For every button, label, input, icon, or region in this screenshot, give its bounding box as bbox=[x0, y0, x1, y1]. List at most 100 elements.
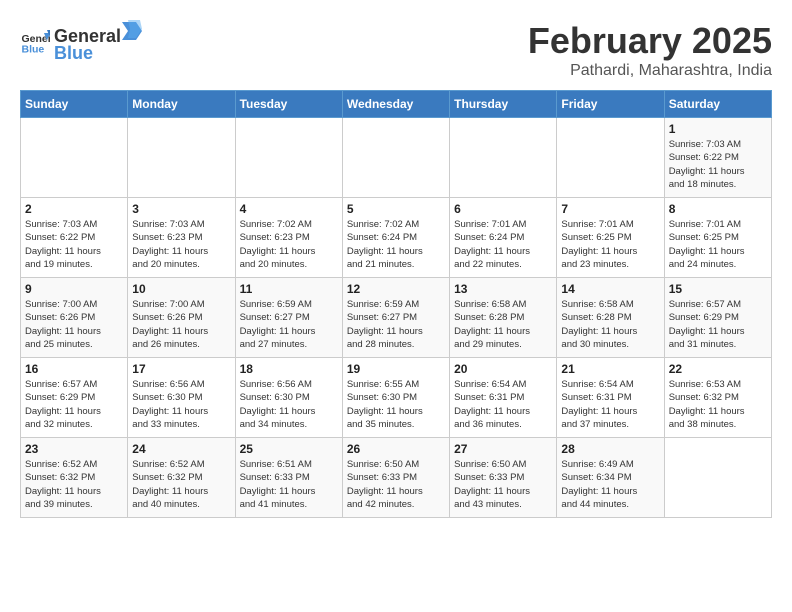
week-row-2: 2 Sunrise: 7:03 AM Sunset: 6:22 PM Daylig… bbox=[21, 198, 772, 278]
day-number: 21 bbox=[561, 362, 659, 376]
day-info: Sunrise: 7:03 AM Sunset: 6:22 PM Dayligh… bbox=[669, 138, 767, 191]
calendar-cell: 19 Sunrise: 6:55 AM Sunset: 6:30 PM Dayli… bbox=[342, 358, 449, 438]
day-info: Sunrise: 7:00 AM Sunset: 6:26 PM Dayligh… bbox=[132, 298, 230, 351]
calendar-cell bbox=[21, 118, 128, 198]
weekday-header-wednesday: Wednesday bbox=[342, 91, 449, 118]
day-info: Sunrise: 6:59 AM Sunset: 6:27 PM Dayligh… bbox=[240, 298, 338, 351]
calendar-cell: 17 Sunrise: 6:56 AM Sunset: 6:30 PM Dayli… bbox=[128, 358, 235, 438]
day-number: 15 bbox=[669, 282, 767, 296]
weekday-header-tuesday: Tuesday bbox=[235, 91, 342, 118]
weekday-header-thursday: Thursday bbox=[450, 91, 557, 118]
calendar-cell bbox=[342, 118, 449, 198]
calendar-cell: 27Sunrise: 6:50 AM Sunset: 6:33 PM Dayli… bbox=[450, 438, 557, 518]
day-info: Sunrise: 6:53 AM Sunset: 6:32 PM Dayligh… bbox=[669, 378, 767, 431]
calendar-cell: 8 Sunrise: 7:01 AM Sunset: 6:25 PM Daylig… bbox=[664, 198, 771, 278]
location-subtitle: Pathardi, Maharashtra, India bbox=[528, 62, 772, 80]
logo-icon: General Blue bbox=[20, 27, 50, 57]
calendar-cell: 20 Sunrise: 6:54 AM Sunset: 6:31 PM Dayli… bbox=[450, 358, 557, 438]
day-number: 17 bbox=[132, 362, 230, 376]
day-number: 20 bbox=[454, 362, 552, 376]
calendar-cell: 14 Sunrise: 6:58 AM Sunset: 6:28 PM Dayli… bbox=[557, 278, 664, 358]
calendar-cell: 3 Sunrise: 7:03 AM Sunset: 6:23 PM Daylig… bbox=[128, 198, 235, 278]
day-info: Sunrise: 6:57 AM Sunset: 6:29 PM Dayligh… bbox=[669, 298, 767, 351]
calendar-cell: 6 Sunrise: 7:01 AM Sunset: 6:24 PM Daylig… bbox=[450, 198, 557, 278]
calendar-cell: 16 Sunrise: 6:57 AM Sunset: 6:29 PM Dayli… bbox=[21, 358, 128, 438]
day-number: 9 bbox=[25, 282, 123, 296]
calendar-table: SundayMondayTuesdayWednesdayThursdayFrid… bbox=[20, 90, 772, 518]
day-info: Sunrise: 6:58 AM Sunset: 6:28 PM Dayligh… bbox=[454, 298, 552, 351]
month-title: February 2025 bbox=[528, 20, 772, 62]
calendar-cell bbox=[450, 118, 557, 198]
day-number: 25 bbox=[240, 442, 338, 456]
calendar-cell: 12 Sunrise: 6:59 AM Sunset: 6:27 PM Dayli… bbox=[342, 278, 449, 358]
calendar-cell bbox=[128, 118, 235, 198]
day-number: 12 bbox=[347, 282, 445, 296]
day-number: 2 bbox=[25, 202, 123, 216]
day-info: Sunrise: 6:57 AM Sunset: 6:29 PM Dayligh… bbox=[25, 378, 123, 431]
logo: General Blue General Blue bbox=[20, 20, 142, 64]
day-info: Sunrise: 7:02 AM Sunset: 6:23 PM Dayligh… bbox=[240, 218, 338, 271]
day-info: Sunrise: 7:03 AM Sunset: 6:22 PM Dayligh… bbox=[25, 218, 123, 271]
day-info: Sunrise: 6:49 AM Sunset: 6:34 PM Dayligh… bbox=[561, 458, 659, 511]
day-number: 10 bbox=[132, 282, 230, 296]
day-info: Sunrise: 6:52 AM Sunset: 6:32 PM Dayligh… bbox=[25, 458, 123, 511]
calendar-cell: 2 Sunrise: 7:03 AM Sunset: 6:22 PM Daylig… bbox=[21, 198, 128, 278]
calendar-cell: 9 Sunrise: 7:00 AM Sunset: 6:26 PM Daylig… bbox=[21, 278, 128, 358]
day-number: 8 bbox=[669, 202, 767, 216]
calendar-cell: 21Sunrise: 6:54 AM Sunset: 6:31 PM Dayli… bbox=[557, 358, 664, 438]
day-info: Sunrise: 6:50 AM Sunset: 6:33 PM Dayligh… bbox=[347, 458, 445, 511]
week-row-5: 23 Sunrise: 6:52 AM Sunset: 6:32 PM Dayli… bbox=[21, 438, 772, 518]
calendar-cell: 28 Sunrise: 6:49 AM Sunset: 6:34 PM Dayli… bbox=[557, 438, 664, 518]
day-number: 14 bbox=[561, 282, 659, 296]
calendar-cell: 22 Sunrise: 6:53 AM Sunset: 6:32 PM Dayli… bbox=[664, 358, 771, 438]
day-info: Sunrise: 6:55 AM Sunset: 6:30 PM Dayligh… bbox=[347, 378, 445, 431]
day-number: 1 bbox=[669, 122, 767, 136]
day-info: Sunrise: 6:59 AM Sunset: 6:27 PM Dayligh… bbox=[347, 298, 445, 351]
calendar-cell: 24Sunrise: 6:52 AM Sunset: 6:32 PM Dayli… bbox=[128, 438, 235, 518]
calendar-cell: 13 Sunrise: 6:58 AM Sunset: 6:28 PM Dayli… bbox=[450, 278, 557, 358]
day-info: Sunrise: 7:01 AM Sunset: 6:25 PM Dayligh… bbox=[669, 218, 767, 271]
calendar-cell: 25 Sunrise: 6:51 AM Sunset: 6:33 PM Dayli… bbox=[235, 438, 342, 518]
day-number: 22 bbox=[669, 362, 767, 376]
day-number: 18 bbox=[240, 362, 338, 376]
calendar-cell: 26 Sunrise: 6:50 AM Sunset: 6:33 PM Dayli… bbox=[342, 438, 449, 518]
day-number: 6 bbox=[454, 202, 552, 216]
weekday-header-friday: Friday bbox=[557, 91, 664, 118]
page-header: General Blue General Blue February 2025 … bbox=[20, 20, 772, 80]
day-number: 19 bbox=[347, 362, 445, 376]
day-info: Sunrise: 6:51 AM Sunset: 6:33 PM Dayligh… bbox=[240, 458, 338, 511]
calendar-cell: 4Sunrise: 7:02 AM Sunset: 6:23 PM Daylig… bbox=[235, 198, 342, 278]
day-info: Sunrise: 6:56 AM Sunset: 6:30 PM Dayligh… bbox=[132, 378, 230, 431]
day-number: 3 bbox=[132, 202, 230, 216]
day-info: Sunrise: 6:54 AM Sunset: 6:31 PM Dayligh… bbox=[454, 378, 552, 431]
day-number: 5 bbox=[347, 202, 445, 216]
week-row-3: 9 Sunrise: 7:00 AM Sunset: 6:26 PM Daylig… bbox=[21, 278, 772, 358]
day-info: Sunrise: 7:03 AM Sunset: 6:23 PM Dayligh… bbox=[132, 218, 230, 271]
title-section: February 2025 Pathardi, Maharashtra, Ind… bbox=[528, 20, 772, 80]
weekday-header-monday: Monday bbox=[128, 91, 235, 118]
day-number: 7 bbox=[561, 202, 659, 216]
calendar-cell bbox=[235, 118, 342, 198]
day-info: Sunrise: 7:01 AM Sunset: 6:25 PM Dayligh… bbox=[561, 218, 659, 271]
day-info: Sunrise: 6:56 AM Sunset: 6:30 PM Dayligh… bbox=[240, 378, 338, 431]
day-number: 28 bbox=[561, 442, 659, 456]
day-number: 23 bbox=[25, 442, 123, 456]
weekday-header-sunday: Sunday bbox=[21, 91, 128, 118]
day-number: 16 bbox=[25, 362, 123, 376]
day-number: 13 bbox=[454, 282, 552, 296]
day-info: Sunrise: 6:52 AM Sunset: 6:32 PM Dayligh… bbox=[132, 458, 230, 511]
svg-text:Blue: Blue bbox=[22, 44, 45, 56]
calendar-cell: 23 Sunrise: 6:52 AM Sunset: 6:32 PM Dayli… bbox=[21, 438, 128, 518]
day-info: Sunrise: 6:50 AM Sunset: 6:33 PM Dayligh… bbox=[454, 458, 552, 511]
day-info: Sunrise: 7:01 AM Sunset: 6:24 PM Dayligh… bbox=[454, 218, 552, 271]
week-row-4: 16 Sunrise: 6:57 AM Sunset: 6:29 PM Dayli… bbox=[21, 358, 772, 438]
calendar-cell: 18 Sunrise: 6:56 AM Sunset: 6:30 PM Dayli… bbox=[235, 358, 342, 438]
calendar-cell: 10 Sunrise: 7:00 AM Sunset: 6:26 PM Dayli… bbox=[128, 278, 235, 358]
day-number: 26 bbox=[347, 442, 445, 456]
calendar-cell: 11Sunrise: 6:59 AM Sunset: 6:27 PM Dayli… bbox=[235, 278, 342, 358]
day-info: Sunrise: 7:00 AM Sunset: 6:26 PM Dayligh… bbox=[25, 298, 123, 351]
weekday-header-saturday: Saturday bbox=[664, 91, 771, 118]
day-info: Sunrise: 6:58 AM Sunset: 6:28 PM Dayligh… bbox=[561, 298, 659, 351]
week-row-1: 1 Sunrise: 7:03 AM Sunset: 6:22 PM Daylig… bbox=[21, 118, 772, 198]
weekday-header-row: SundayMondayTuesdayWednesdayThursdayFrid… bbox=[21, 91, 772, 118]
